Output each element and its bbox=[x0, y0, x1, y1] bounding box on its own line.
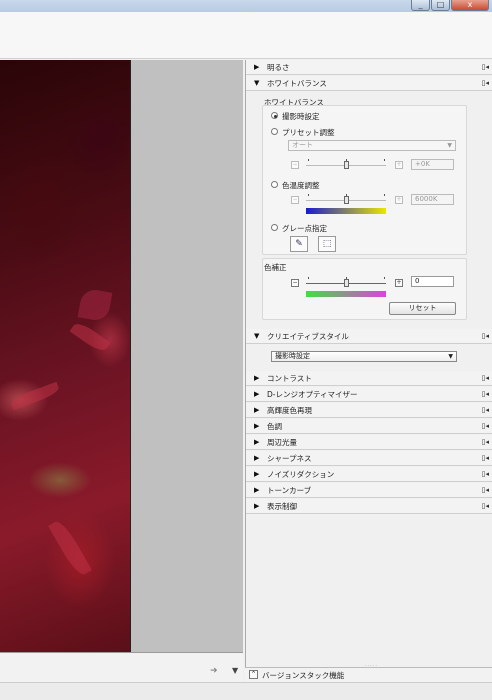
wb-gray-point-label: グレー点指定 bbox=[282, 224, 327, 233]
window-titlebar: _ □ x bbox=[0, 0, 492, 12]
section-title: 高輝度色再現 bbox=[267, 405, 312, 415]
wb-preset-select[interactable]: オート ▼ bbox=[288, 140, 456, 151]
adjustment-panel: ▶ 明るさ ▯◂ ▼ ホワイトバランス ▯◂ ホワイトバランス 撮影時設定 プリ… bbox=[245, 60, 492, 682]
pin-icon[interactable]: ▯◂ bbox=[482, 332, 489, 340]
tint-value-field[interactable]: 0 bbox=[411, 276, 454, 287]
wb-preset-plus-button[interactable]: + bbox=[395, 161, 403, 169]
collapsed-icon: ▶ bbox=[254, 390, 260, 398]
wb-temp-field[interactable]: 6000K bbox=[411, 194, 454, 205]
tint-slider-thumb[interactable] bbox=[344, 279, 349, 287]
wb-temp-minus-button[interactable]: − bbox=[291, 196, 299, 204]
maximize-button[interactable]: □ bbox=[431, 0, 450, 11]
pin-icon[interactable]: ▯◂ bbox=[482, 438, 489, 446]
section-noise-reduction[interactable]: ▶ ノイズリダクション ▯◂ bbox=[246, 467, 492, 482]
section-tone[interactable]: ▶ 色調 ▯◂ bbox=[246, 419, 492, 434]
section-white-balance[interactable]: ▼ ホワイトバランス ▯◂ bbox=[246, 76, 492, 91]
section-sharpness[interactable]: ▶ シャープネス ▯◂ bbox=[246, 451, 492, 466]
version-stack-bar[interactable]: ⌃ バージョンスタック機能 bbox=[245, 667, 492, 682]
section-title: D-レンジオプティマイザー bbox=[267, 389, 358, 399]
section-brightness[interactable]: ▶ 明るさ ▯◂ bbox=[246, 60, 492, 75]
color-temp-gradient bbox=[306, 208, 386, 214]
collapsed-icon: ▶ bbox=[254, 374, 260, 382]
section-display-control[interactable]: ▶ 表示制御 ▯◂ bbox=[246, 499, 492, 514]
pin-icon[interactable]: ▯◂ bbox=[482, 390, 489, 398]
pin-icon[interactable]: ▯◂ bbox=[482, 502, 489, 510]
thumbnail-strip bbox=[0, 652, 243, 682]
toolbar bbox=[0, 12, 492, 59]
minimize-button[interactable]: _ bbox=[411, 0, 430, 11]
arrow-right-icon[interactable]: ➜ bbox=[210, 666, 218, 676]
wb-as-shot-label: 撮影時設定 bbox=[282, 112, 320, 121]
section-title: ノイズリダクション bbox=[267, 469, 335, 479]
section-hdr-color[interactable]: ▶ 高輝度色再現 ▯◂ bbox=[246, 403, 492, 418]
wb-gray-point-radio[interactable] bbox=[271, 224, 278, 231]
wb-color-temp-label: 色温度調整 bbox=[282, 181, 320, 190]
section-title: 明るさ bbox=[267, 62, 290, 72]
close-button[interactable]: x bbox=[451, 0, 489, 11]
reset-button[interactable]: リセット bbox=[389, 302, 456, 315]
wb-preset-label: プリセット調整 bbox=[282, 128, 335, 137]
wb-preset-minus-button[interactable]: − bbox=[291, 161, 299, 169]
select-area-icon[interactable]: ⬚ bbox=[318, 236, 336, 252]
pin-icon[interactable]: ▯◂ bbox=[482, 406, 489, 414]
tint-gradient bbox=[306, 291, 386, 297]
eyedropper-icon[interactable]: ✎ bbox=[290, 236, 308, 252]
collapsed-icon: ▶ bbox=[254, 438, 260, 446]
section-title: トーンカーブ bbox=[267, 485, 312, 495]
section-title: シャープネス bbox=[267, 453, 312, 463]
expanded-icon: ▼ bbox=[254, 79, 260, 87]
pin-icon[interactable]: ▯◂ bbox=[482, 454, 489, 462]
creative-style-value: 撮影時設定 bbox=[275, 352, 310, 360]
collapse-up-icon[interactable]: ⌃ bbox=[249, 670, 258, 679]
wb-preset-adjust-field[interactable]: +0K bbox=[411, 159, 454, 170]
section-title: 周辺光量 bbox=[267, 437, 297, 447]
color-correction-label: 色補正 bbox=[264, 263, 287, 272]
collapsed-icon: ▶ bbox=[254, 502, 260, 510]
status-bar bbox=[0, 682, 492, 700]
section-contrast[interactable]: ▶ コントラスト ▯◂ bbox=[246, 371, 492, 386]
wb-preset-value: オート bbox=[292, 141, 313, 149]
pin-icon[interactable]: ▯◂ bbox=[482, 470, 489, 478]
pin-icon[interactable]: ▯◂ bbox=[482, 79, 489, 87]
wb-color-temp-radio[interactable] bbox=[271, 181, 278, 188]
collapsed-icon: ▶ bbox=[254, 63, 260, 71]
section-title: コントラスト bbox=[267, 373, 312, 383]
wb-as-shot-radio[interactable] bbox=[271, 112, 278, 119]
wb-preset-slider-thumb[interactable] bbox=[344, 161, 349, 169]
version-stack-label: バージョンスタック機能 bbox=[262, 671, 345, 680]
chevron-down-icon: ▼ bbox=[447, 142, 452, 149]
pin-icon[interactable]: ▯◂ bbox=[482, 374, 489, 382]
expanded-icon: ▼ bbox=[254, 332, 260, 340]
collapsed-icon: ▶ bbox=[254, 486, 260, 494]
section-d-range[interactable]: ▶ D-レンジオプティマイザー ▯◂ bbox=[246, 387, 492, 402]
chevron-down-icon[interactable]: ▼ bbox=[232, 666, 238, 675]
wb-temp-plus-button[interactable]: + bbox=[395, 196, 403, 204]
pin-icon[interactable]: ▯◂ bbox=[482, 486, 489, 494]
collapsed-icon: ▶ bbox=[254, 454, 260, 462]
section-creative-style[interactable]: ▼ クリエイティブスタイル ▯◂ bbox=[246, 329, 492, 344]
section-title: ホワイトバランス bbox=[267, 78, 327, 88]
section-title: 表示制御 bbox=[267, 501, 297, 511]
collapsed-icon: ▶ bbox=[254, 406, 260, 414]
section-title: クリエイティブスタイル bbox=[267, 331, 349, 341]
photo-preview[interactable] bbox=[0, 60, 130, 652]
pin-icon[interactable]: ▯◂ bbox=[482, 422, 489, 430]
canvas-background bbox=[130, 60, 243, 652]
collapsed-icon: ▶ bbox=[254, 470, 260, 478]
chevron-down-icon: ▼ bbox=[448, 353, 453, 360]
section-vignette[interactable]: ▶ 周辺光量 ▯◂ bbox=[246, 435, 492, 450]
tint-minus-button[interactable]: − bbox=[291, 279, 299, 287]
wb-preset-radio[interactable] bbox=[271, 128, 278, 135]
tint-plus-button[interactable]: + bbox=[395, 279, 403, 287]
collapsed-icon: ▶ bbox=[254, 422, 260, 430]
wb-temp-slider-thumb[interactable] bbox=[344, 196, 349, 204]
section-tone-curve[interactable]: ▶ トーンカーブ ▯◂ bbox=[246, 483, 492, 498]
section-title: 色調 bbox=[267, 421, 282, 431]
creative-style-select[interactable]: 撮影時設定 ▼ bbox=[271, 351, 457, 362]
pin-icon[interactable]: ▯◂ bbox=[482, 63, 489, 71]
